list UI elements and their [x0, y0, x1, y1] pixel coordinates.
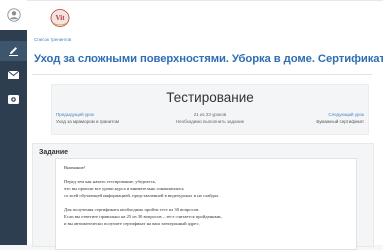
- sidebar: [0, 0, 28, 245]
- task-content-card: Внимание! Перед тем как начать тестирова…: [55, 158, 357, 250]
- sidebar-item-certificates[interactable]: [0, 89, 27, 109]
- next-lesson-name: Бумажный сертификат: [316, 119, 364, 124]
- test-heading: Тестирование: [166, 90, 254, 105]
- app-window: Vit Список тренингов Уход за сложными по…: [0, 0, 383, 250]
- task-text-line: Для получения сертификата необходимо про…: [64, 207, 200, 212]
- sidebar-item-messages[interactable]: [0, 65, 27, 85]
- task-text-line: Внимание!: [64, 165, 86, 170]
- certificate-icon: [8, 94, 19, 104]
- breadcrumb[interactable]: Список тренингов: [34, 37, 71, 42]
- course-edit-icon: [9, 46, 18, 56]
- main-content: Vit Список тренингов Уход за сложными по…: [27, 0, 383, 250]
- divider: [32, 74, 372, 75]
- test-header-panel: Тестирование Предыдущий урок Уход за мра…: [51, 84, 369, 135]
- lesson-counter: 21 из 23 уроков: [193, 112, 227, 117]
- task-text-line: Если вы ответите правильно на 25 из 30 в…: [64, 214, 222, 219]
- task-text-line: и вы автоматически получите сертификат н…: [64, 221, 200, 226]
- page-title: Уход за сложными поверхностями. Уборка в…: [34, 53, 383, 65]
- task-text-line: со всей обучающей информацией, представл…: [64, 193, 220, 198]
- task-section: Задание Внимание! Перед тем как начать т…: [32, 143, 374, 250]
- svg-text:Vit: Vit: [55, 14, 65, 22]
- school-logo[interactable]: Vit: [49, 8, 71, 28]
- task-label: Задание: [39, 149, 69, 156]
- user-icon[interactable]: [0, 5, 27, 25]
- sidebar-user[interactable]: [0, 0, 28, 30]
- next-lesson-link[interactable]: Следующий урок: [328, 112, 364, 117]
- sidebar-item-courses[interactable]: [0, 41, 27, 61]
- mail-icon: [8, 71, 19, 79]
- task-text-line: что вы прошли все уроки курса и внимател…: [64, 186, 184, 191]
- task-text-line: Перед тем как начать тестирование, убеди…: [64, 179, 156, 184]
- top-divider: [27, 0, 383, 1]
